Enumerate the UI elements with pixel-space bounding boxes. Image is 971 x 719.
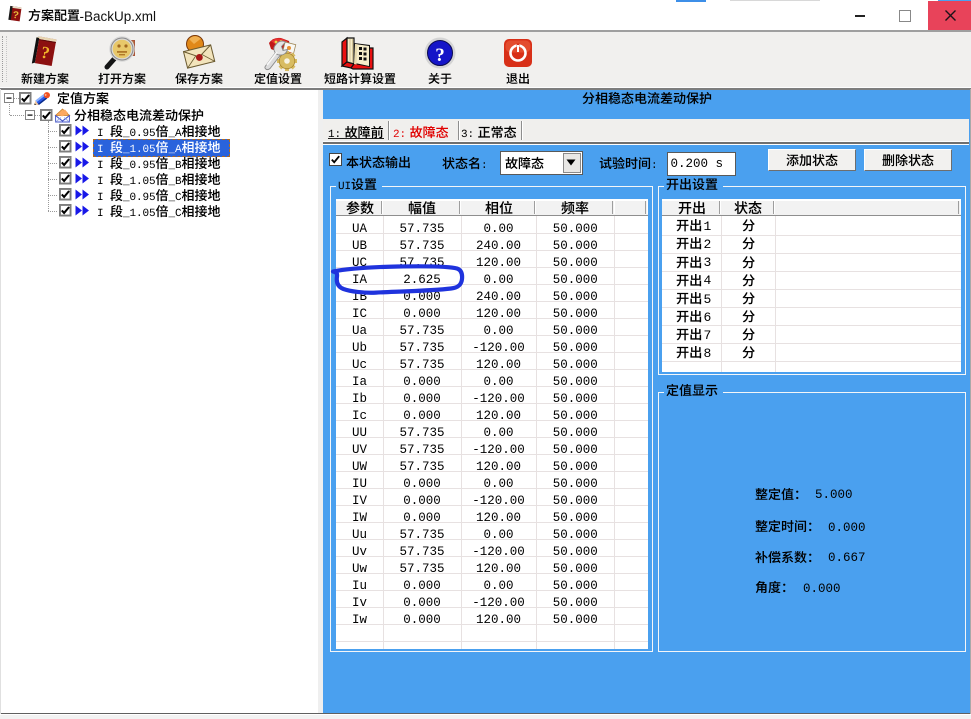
svg-text:?: ? <box>435 45 445 66</box>
